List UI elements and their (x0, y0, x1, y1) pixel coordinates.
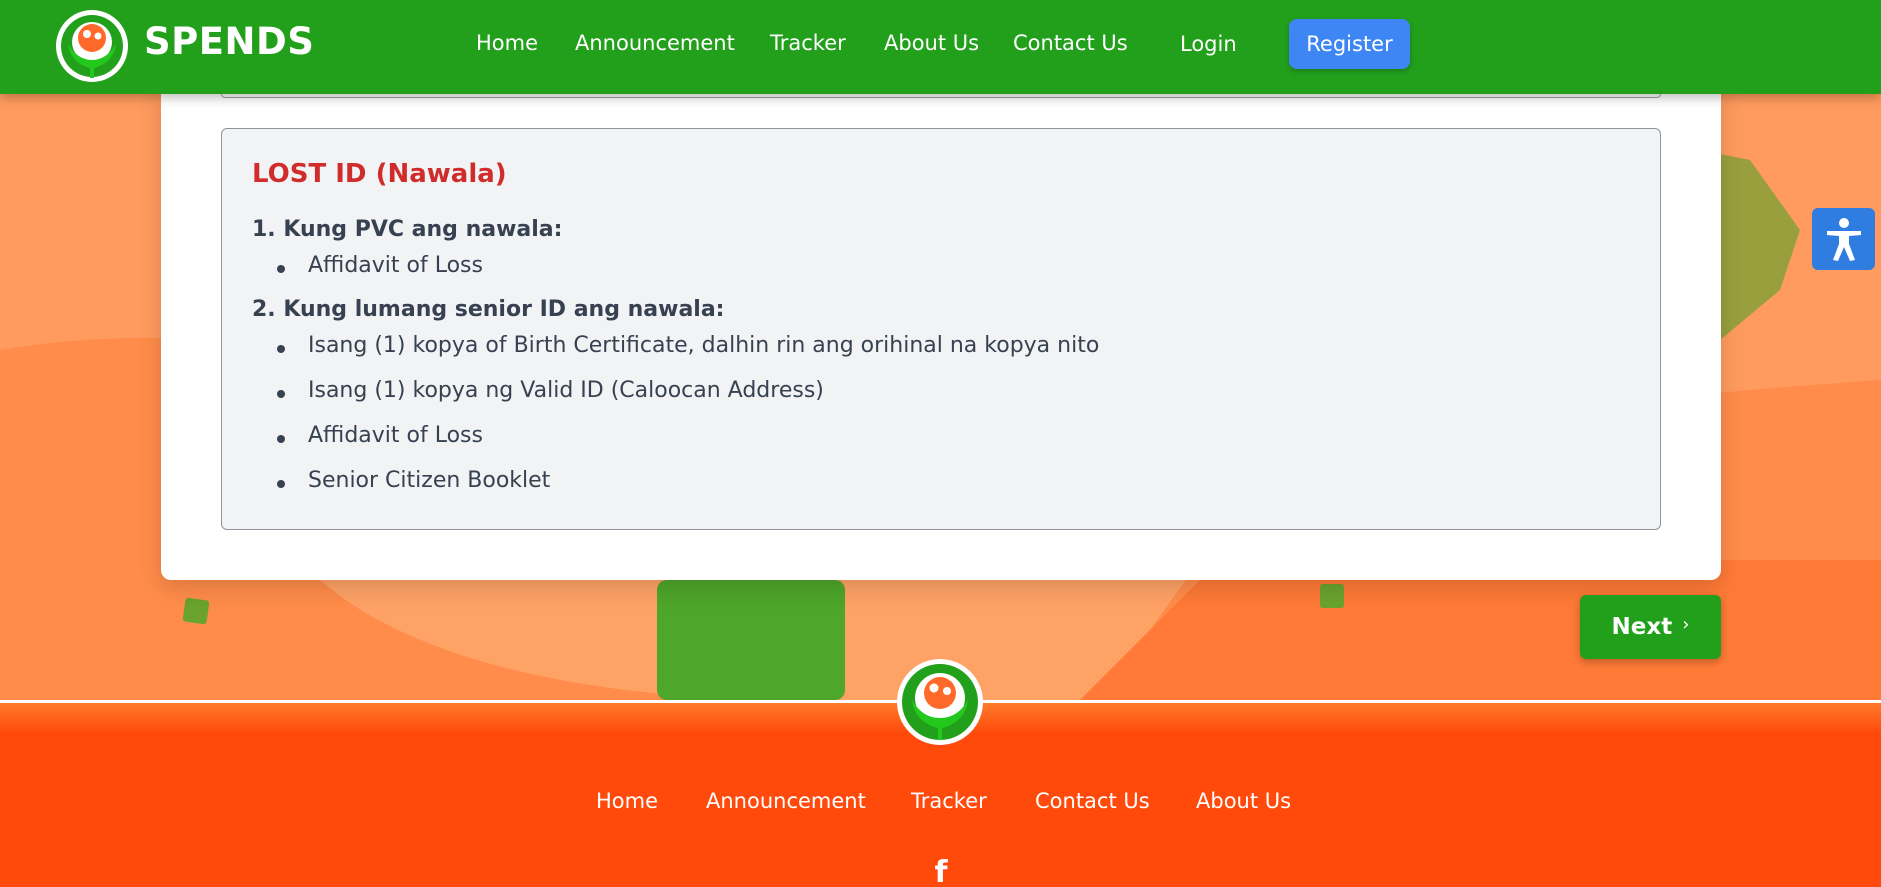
list-item: Senior Citizen Booklet (308, 468, 551, 493)
list-item: Affidavit of Loss (308, 253, 483, 278)
register-button[interactable]: Register (1289, 19, 1410, 69)
footer-link-contact-us[interactable]: Contact Us (1035, 789, 1150, 813)
brand-name[interactable]: SPENDS (144, 20, 314, 63)
list-item: Isang (1) kopya ng Valid ID (Caloocan Ad… (308, 378, 824, 403)
nav-about-us[interactable]: About Us (884, 31, 979, 55)
nav-announcement[interactable]: Announcement (575, 31, 735, 55)
bullet-icon (277, 265, 285, 273)
nav-home[interactable]: Home (476, 31, 538, 55)
bullet-icon (277, 435, 285, 443)
list-item: Affidavit of Loss (308, 423, 483, 448)
top-navbar: SPENDS Home Announcement Tracker About U… (0, 0, 1881, 94)
accessibility-button[interactable] (1812, 208, 1875, 270)
footer-link-tracker[interactable]: Tracker (911, 789, 987, 813)
chevron-right-icon: › (1682, 613, 1690, 635)
footer-logo-icon (896, 658, 984, 746)
footer-link-announcement[interactable]: Announcement (706, 789, 866, 813)
footer-link-home[interactable]: Home (596, 789, 658, 813)
subsection-heading: 1. Kung PVC ang nawala: (252, 217, 563, 242)
spends-logo-icon[interactable] (54, 8, 130, 84)
bullet-icon (277, 390, 285, 398)
login-link[interactable]: Login (1180, 32, 1237, 56)
next-button[interactable]: Next › (1580, 595, 1721, 659)
list-item: Isang (1) kopya of Birth Certificate, da… (308, 333, 1100, 358)
next-label: Next (1611, 614, 1673, 640)
footer-link-about-us[interactable]: About Us (1196, 789, 1291, 813)
bullet-icon (277, 480, 285, 488)
facebook-icon[interactable]: f (928, 858, 954, 887)
lost-id-requirements: LOST ID (Nawala) 1. Kung PVC ang nawala:… (221, 128, 1661, 530)
bullet-icon (277, 345, 285, 353)
nav-contact-us[interactable]: Contact Us (1013, 31, 1128, 55)
accessibility-person-icon (1826, 218, 1861, 261)
subsection-heading: 2. Kung lumang senior ID ang nawala: (252, 297, 725, 322)
section-title: LOST ID (Nawala) (252, 159, 507, 189)
nav-tracker[interactable]: Tracker (770, 31, 846, 55)
